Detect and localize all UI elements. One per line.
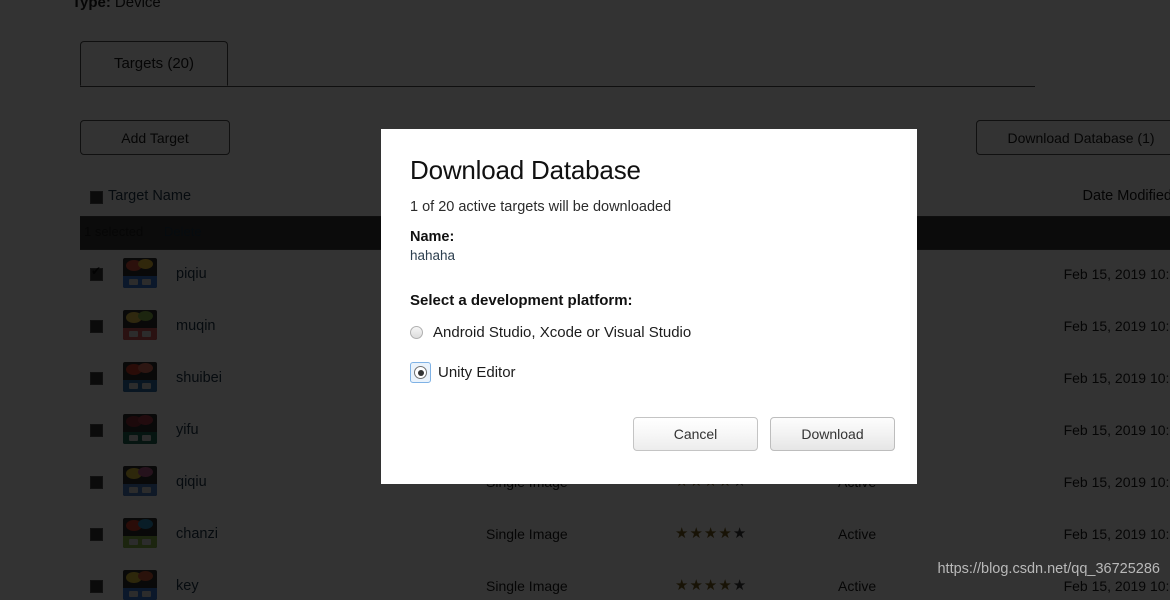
radio-icon-native-ide[interactable] — [410, 326, 423, 339]
platform-section-label: Select a development platform: — [410, 292, 633, 309]
watermark-text: https://blog.csdn.net/qq_36725286 — [937, 561, 1160, 577]
dialog-actions: Cancel Download — [633, 417, 895, 451]
dialog-name-value: hahaha — [410, 248, 456, 263]
radio-focus-ring — [410, 362, 431, 383]
radio-label-unity-editor: Unity Editor — [438, 364, 516, 381]
radio-label-native-ide: Android Studio, Xcode or Visual Studio — [433, 324, 692, 341]
dialog-name-label: Name: — [410, 229, 455, 245]
dialog-title: Download Database — [410, 155, 641, 185]
radio-icon-unity-editor[interactable] — [414, 366, 427, 379]
cancel-button[interactable]: Cancel — [633, 417, 758, 451]
radio-option-unity-editor[interactable]: Unity Editor — [410, 362, 516, 383]
download-button[interactable]: Download — [770, 417, 895, 451]
download-database-dialog: Download Database 1 of 20 active targets… — [381, 129, 917, 484]
dialog-subtitle: 1 of 20 active targets will be downloade… — [410, 199, 672, 215]
radio-option-native-ide[interactable]: Android Studio, Xcode or Visual Studio — [410, 324, 691, 341]
